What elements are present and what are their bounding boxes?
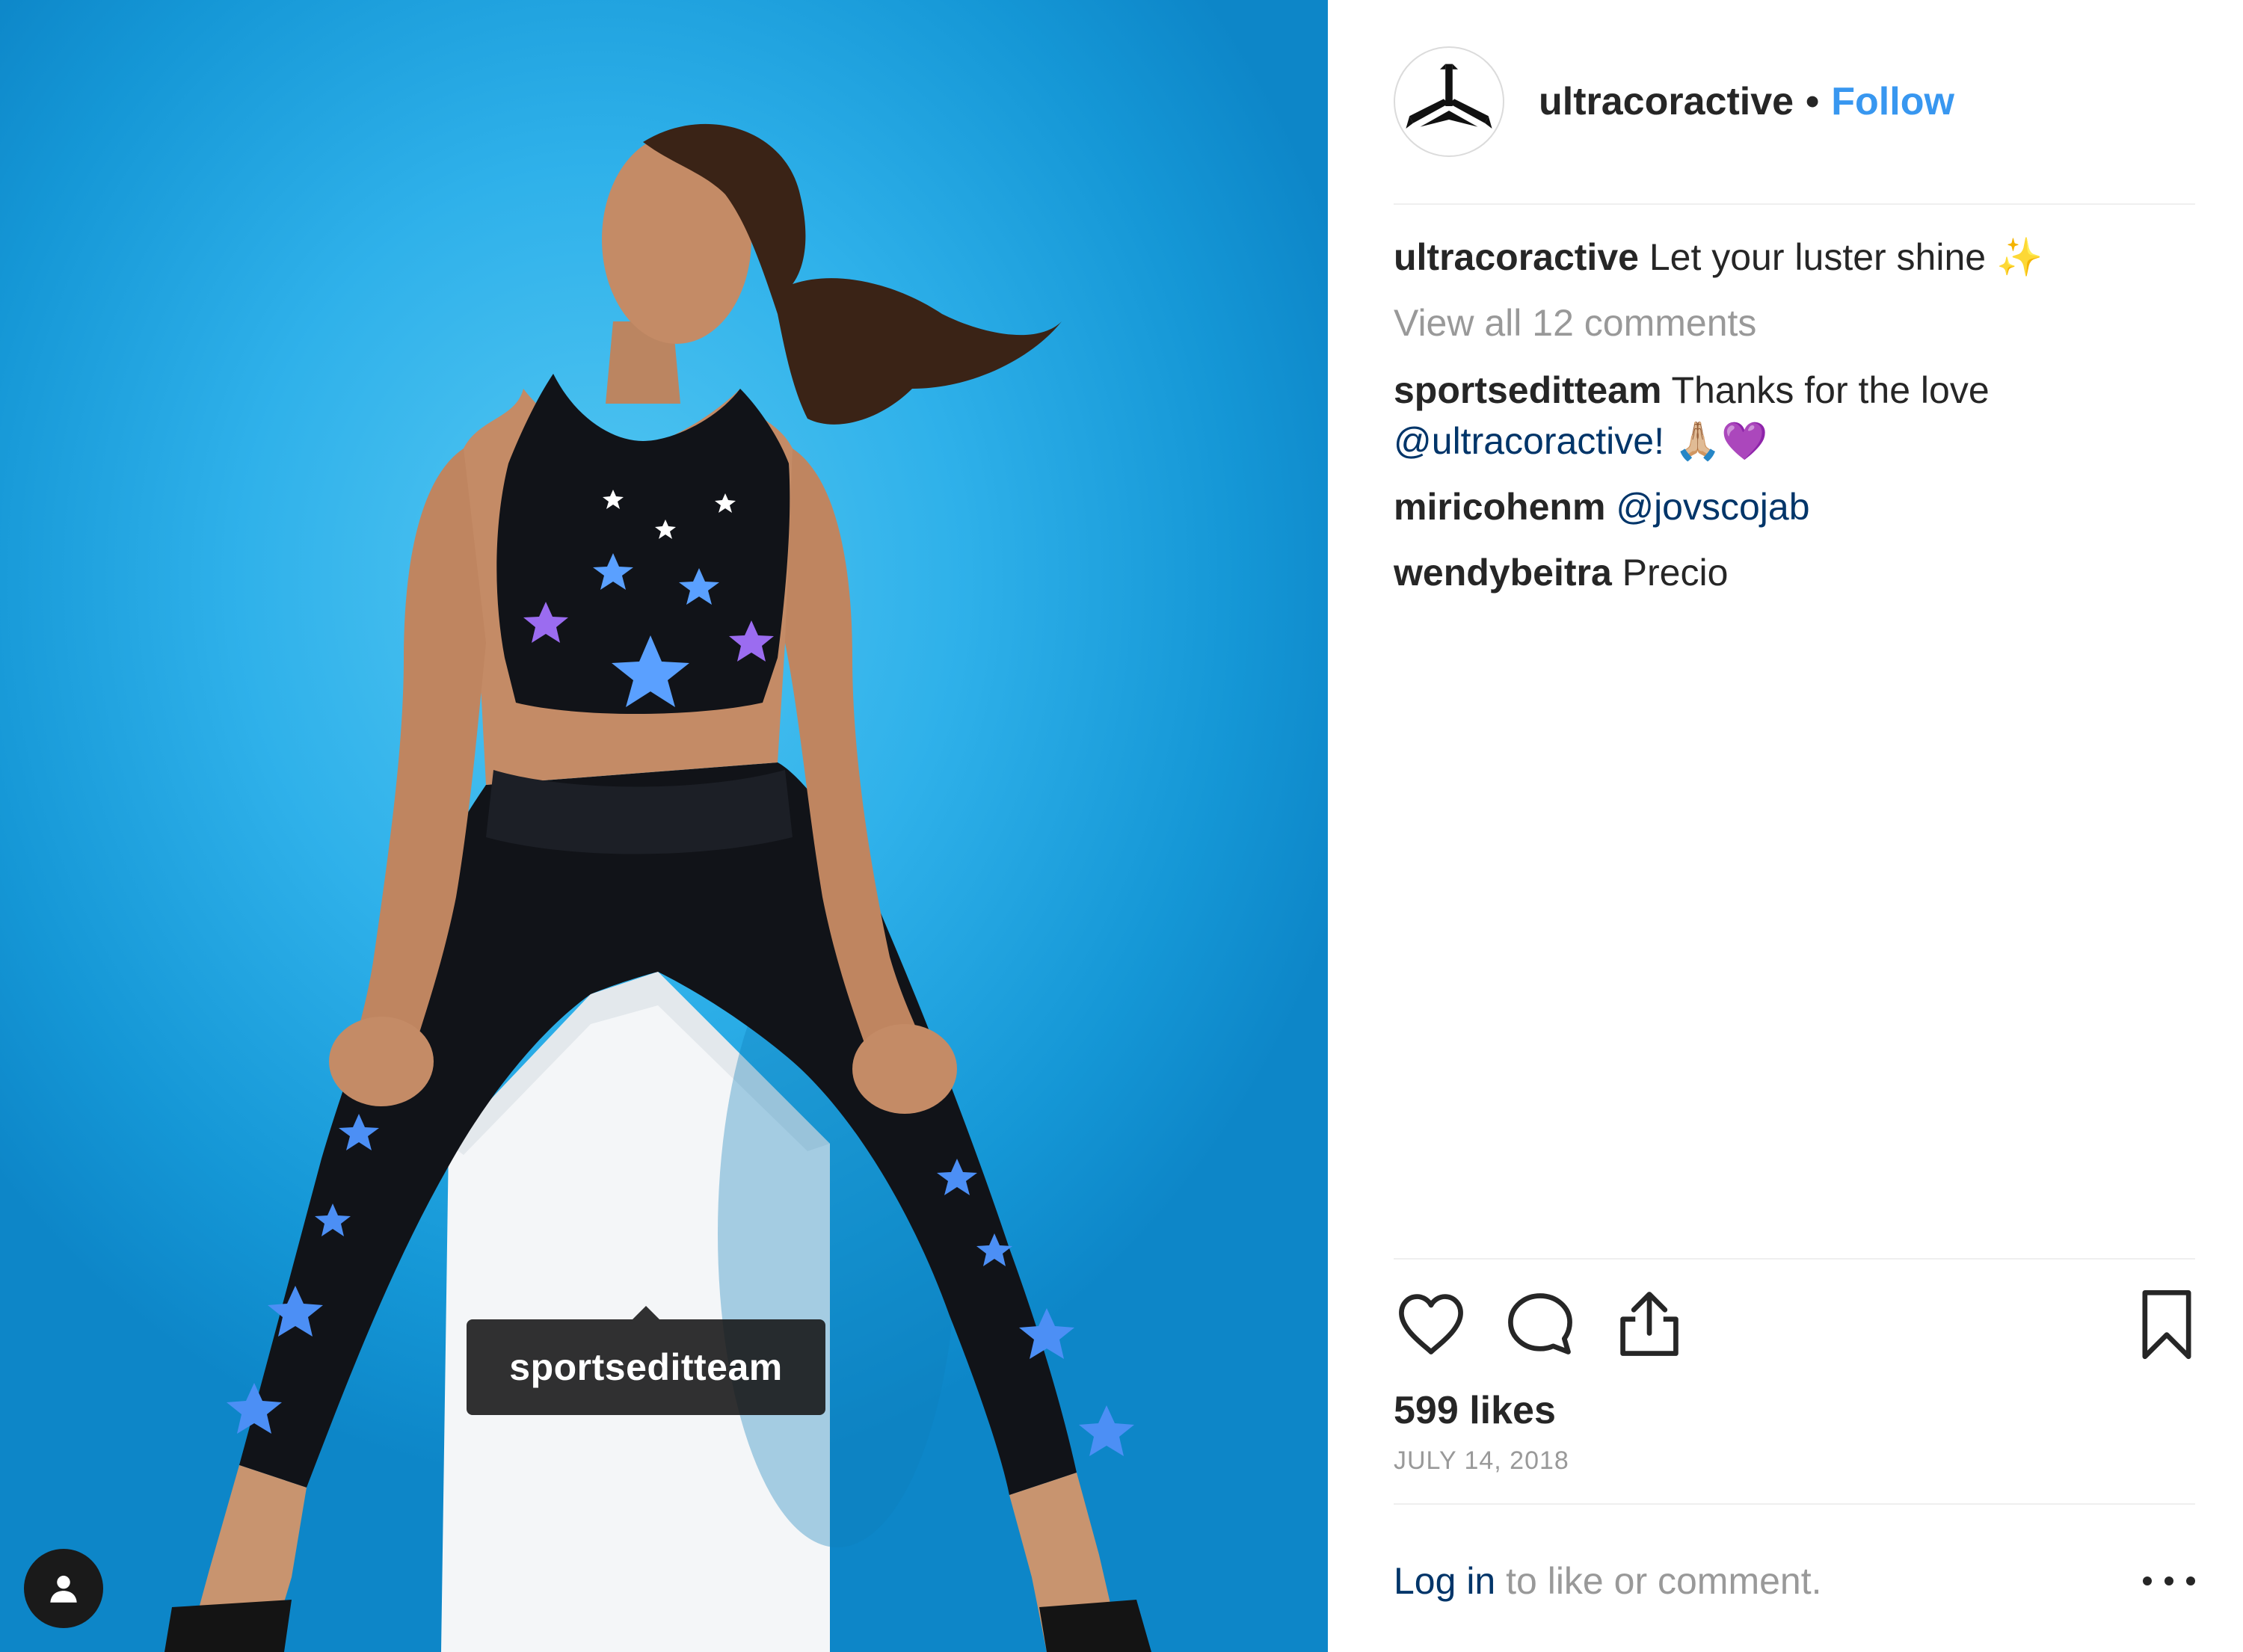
comment-username[interactable]: miricohenm — [1394, 486, 1605, 528]
bookmark-icon[interactable] — [2129, 1286, 2204, 1361]
follow-button[interactable]: Follow — [1831, 79, 1954, 124]
post-date[interactable]: JULY 14, 2018 — [1394, 1446, 1569, 1476]
comment-item: miricohenm @jovscojab — [1394, 481, 2195, 532]
header-username[interactable]: ultracoractive — [1539, 79, 1794, 124]
share-icon[interactable] — [1612, 1286, 1687, 1361]
post-actions: 599 likes JULY 14, 2018 — [1394, 1258, 2195, 1505]
comment-icon[interactable] — [1503, 1286, 1578, 1361]
user-tag-label[interactable]: sportseditteam — [509, 1346, 782, 1389]
post-header: ultracoractive • Follow — [1394, 0, 2195, 205]
likes-count[interactable]: 599 likes — [1394, 1388, 1556, 1433]
caption-text: Let your luster shine — [1649, 236, 1996, 278]
header-separator: • — [1806, 80, 1820, 123]
caption: ultracoractive Let your luster shine ✨ — [1394, 232, 2195, 283]
instagram-post: sportseditteam ultracoractive • Follow u… — [0, 0, 2243, 1652]
user-tag-tooltip[interactable]: sportseditteam — [467, 1306, 825, 1415]
post-photo[interactable]: sportseditteam — [0, 0, 1328, 1652]
action-icons — [1394, 1286, 2195, 1369]
comment-text: Thanks for the love — [1671, 369, 1990, 411]
comment-username[interactable]: wendybeitra — [1394, 552, 1612, 594]
heart-icon[interactable] — [1394, 1286, 1468, 1361]
comments-section: ultracoractive Let your luster shine ✨ V… — [1394, 232, 2195, 613]
more-options-icon[interactable] — [2143, 1559, 2195, 1603]
brand-logo-icon — [1406, 64, 1492, 129]
sparkles-emoji: ✨ — [1996, 235, 2043, 279]
comment-emoji: 🙏🏼💜 — [1674, 419, 1768, 463]
view-all-comments-link[interactable]: View all 12 comments — [1394, 298, 2195, 348]
login-prompt-text: to like or comment. — [1495, 1560, 1822, 1602]
comment-mention[interactable]: @jovscojab — [1616, 486, 1809, 528]
comment-text: Precio — [1622, 552, 1729, 594]
login-prompt: Log in to like or comment. — [1394, 1551, 2195, 1611]
avatar[interactable] — [1394, 46, 1504, 157]
caption-username[interactable]: ultracoractive — [1394, 236, 1639, 278]
post-sidebar: ultracoractive • Follow ultracoractive L… — [1328, 0, 2243, 1652]
comment-mention[interactable]: @ultracoractive! — [1394, 420, 1664, 462]
comment-item: sportseditteam Thanks for the love @ultr… — [1394, 365, 2195, 466]
comment-username[interactable]: sportseditteam — [1394, 369, 1661, 411]
user-tag-icon[interactable] — [24, 1549, 103, 1628]
comment-item: wendybeitra Precio — [1394, 547, 2195, 598]
login-link[interactable]: Log in — [1394, 1559, 1495, 1603]
